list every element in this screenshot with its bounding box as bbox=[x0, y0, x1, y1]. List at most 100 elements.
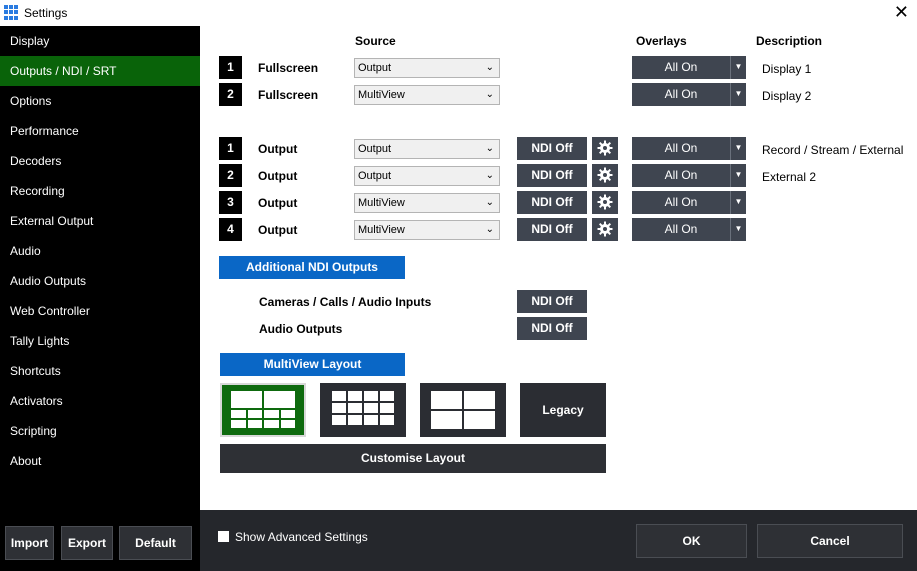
output-4-settings-button[interactable] bbox=[592, 218, 618, 241]
sidebar-item-audio[interactable]: Audio bbox=[0, 236, 200, 266]
fullscreen-1-overlay-dropdown[interactable]: All On ▼ bbox=[632, 56, 746, 79]
row-number-badge: 3 bbox=[219, 191, 242, 214]
gear-icon bbox=[597, 221, 613, 237]
sidebar-item-activators[interactable]: Activators bbox=[0, 386, 200, 416]
output-1-source-select[interactable]: Output ⌄ bbox=[354, 139, 500, 159]
output-3-settings-button[interactable] bbox=[592, 191, 618, 214]
output-label: Output bbox=[258, 169, 298, 183]
output-3-overlay-dropdown[interactable]: All On ▼ bbox=[632, 191, 746, 214]
overlay-value: All On bbox=[664, 168, 698, 182]
fullscreen-label: Fullscreen bbox=[258, 88, 319, 102]
overlay-value: All On bbox=[664, 141, 698, 155]
import-button[interactable]: Import bbox=[5, 526, 54, 560]
close-icon[interactable]: ✕ bbox=[894, 2, 909, 22]
output-2-description: External 2 bbox=[762, 170, 817, 184]
output-1-settings-button[interactable] bbox=[592, 137, 618, 160]
customise-layout-button[interactable]: Customise Layout bbox=[220, 444, 606, 473]
layout-grid-12-button[interactable] bbox=[320, 383, 406, 437]
source-header: Source bbox=[355, 34, 396, 48]
sidebar-item-scripting[interactable]: Scripting bbox=[0, 416, 200, 446]
select-value: Output bbox=[358, 62, 392, 74]
dropdown-arrow-icon: ▼ bbox=[734, 224, 743, 233]
row-number-badge: 2 bbox=[219, 83, 242, 106]
output-1-overlay-dropdown[interactable]: All On ▼ bbox=[632, 137, 746, 160]
select-value: Output bbox=[358, 143, 392, 155]
output-2-ndi-button[interactable]: NDI Off bbox=[517, 164, 587, 187]
title-bar: Settings ✕ bbox=[0, 0, 917, 26]
gear-icon bbox=[597, 140, 613, 156]
output-2-overlay-dropdown[interactable]: All On ▼ bbox=[632, 164, 746, 187]
dropdown-arrow-icon: ▼ bbox=[734, 89, 743, 98]
dropdown-arrow-icon: ▼ bbox=[734, 62, 743, 71]
cameras-ndi-button[interactable]: NDI Off bbox=[517, 290, 587, 313]
audio-outputs-label: Audio Outputs bbox=[259, 322, 343, 336]
sidebar-item-performance[interactable]: Performance bbox=[0, 116, 200, 146]
sidebar-item-recording[interactable]: Recording bbox=[0, 176, 200, 206]
gear-icon bbox=[597, 167, 613, 183]
sidebar-item-options[interactable]: Options bbox=[0, 86, 200, 116]
chevron-down-icon: ⌄ bbox=[485, 89, 494, 100]
layout-1-large-8-small-icon bbox=[231, 391, 295, 428]
output-label: Output bbox=[258, 196, 298, 210]
sidebar-item-display[interactable]: Display bbox=[0, 26, 200, 56]
overlay-value: All On bbox=[664, 195, 698, 209]
select-value: Output bbox=[358, 170, 392, 182]
output-1-ndi-button[interactable]: NDI Off bbox=[517, 137, 587, 160]
output-4-source-select[interactable]: MultiView ⌄ bbox=[354, 220, 500, 240]
layout-grid-4-button[interactable] bbox=[420, 383, 506, 437]
cancel-button[interactable]: Cancel bbox=[757, 524, 903, 558]
layout-grid-4-icon bbox=[431, 391, 495, 429]
export-button[interactable]: Export bbox=[61, 526, 113, 560]
cameras-calls-audio-inputs-label: Cameras / Calls / Audio Inputs bbox=[259, 295, 432, 309]
sidebar-item-about[interactable]: About bbox=[0, 446, 200, 476]
select-value: MultiView bbox=[358, 224, 405, 236]
select-value: MultiView bbox=[358, 197, 405, 209]
fullscreen-2-source-select[interactable]: MultiView ⌄ bbox=[354, 85, 500, 105]
fullscreen-1-source-select[interactable]: Output ⌄ bbox=[354, 58, 500, 78]
fullscreen-2-overlay-dropdown[interactable]: All On ▼ bbox=[632, 83, 746, 106]
sidebar-item-audio-outputs[interactable]: Audio Outputs bbox=[0, 266, 200, 296]
dropdown-arrow-icon: ▼ bbox=[734, 170, 743, 179]
row-number-badge: 2 bbox=[219, 164, 242, 187]
ok-button[interactable]: OK bbox=[636, 524, 747, 558]
overlay-value: All On bbox=[664, 87, 698, 101]
app-grid-icon bbox=[4, 5, 19, 20]
show-advanced-label[interactable]: Show Advanced Settings bbox=[235, 530, 368, 544]
sidebar-item-decoders[interactable]: Decoders bbox=[0, 146, 200, 176]
chevron-down-icon: ⌄ bbox=[485, 224, 494, 235]
overlay-value: All On bbox=[664, 222, 698, 236]
sidebar-item-external-output[interactable]: External Output bbox=[0, 206, 200, 236]
description-header: Description bbox=[756, 34, 823, 48]
fullscreen-2-description: Display 2 bbox=[762, 89, 812, 103]
output-2-settings-button[interactable] bbox=[592, 164, 618, 187]
select-value: MultiView bbox=[358, 89, 405, 101]
show-advanced-checkbox[interactable] bbox=[218, 531, 229, 542]
row-number-badge: 1 bbox=[219, 56, 242, 79]
audio-outputs-ndi-button[interactable]: NDI Off bbox=[517, 317, 587, 340]
default-button[interactable]: Default bbox=[119, 526, 192, 560]
output-2-source-select[interactable]: Output ⌄ bbox=[354, 166, 500, 186]
fullscreen-label: Fullscreen bbox=[258, 61, 319, 75]
layout-1-large-8-small-button[interactable] bbox=[220, 383, 306, 437]
additional-ndi-outputs-header: Additional NDI Outputs bbox=[219, 256, 405, 279]
output-3-ndi-button[interactable]: NDI Off bbox=[517, 191, 587, 214]
sidebar-item-shortcuts[interactable]: Shortcuts bbox=[0, 356, 200, 386]
output-3-source-select[interactable]: MultiView ⌄ bbox=[354, 193, 500, 213]
output-4-overlay-dropdown[interactable]: All On ▼ bbox=[632, 218, 746, 241]
sidebar-item-outputs-ndi-srt[interactable]: Outputs / NDI / SRT bbox=[0, 56, 200, 86]
sidebar-item-web-controller[interactable]: Web Controller bbox=[0, 296, 200, 326]
chevron-down-icon: ⌄ bbox=[485, 62, 494, 73]
dropdown-arrow-icon: ▼ bbox=[734, 197, 743, 206]
output-label: Output bbox=[258, 142, 298, 156]
sidebar: Display Outputs / NDI / SRT Options Perf… bbox=[0, 26, 200, 571]
chevron-down-icon: ⌄ bbox=[485, 170, 494, 181]
chevron-down-icon: ⌄ bbox=[485, 143, 494, 154]
output-4-ndi-button[interactable]: NDI Off bbox=[517, 218, 587, 241]
gear-icon bbox=[597, 194, 613, 210]
fullscreen-1-description: Display 1 bbox=[762, 62, 812, 76]
dropdown-arrow-icon: ▼ bbox=[734, 143, 743, 152]
legacy-layout-button[interactable]: Legacy bbox=[520, 383, 606, 437]
sidebar-item-tally-lights[interactable]: Tally Lights bbox=[0, 326, 200, 356]
overlay-value: All On bbox=[664, 60, 698, 74]
multiview-layout-header: MultiView Layout bbox=[220, 353, 405, 376]
